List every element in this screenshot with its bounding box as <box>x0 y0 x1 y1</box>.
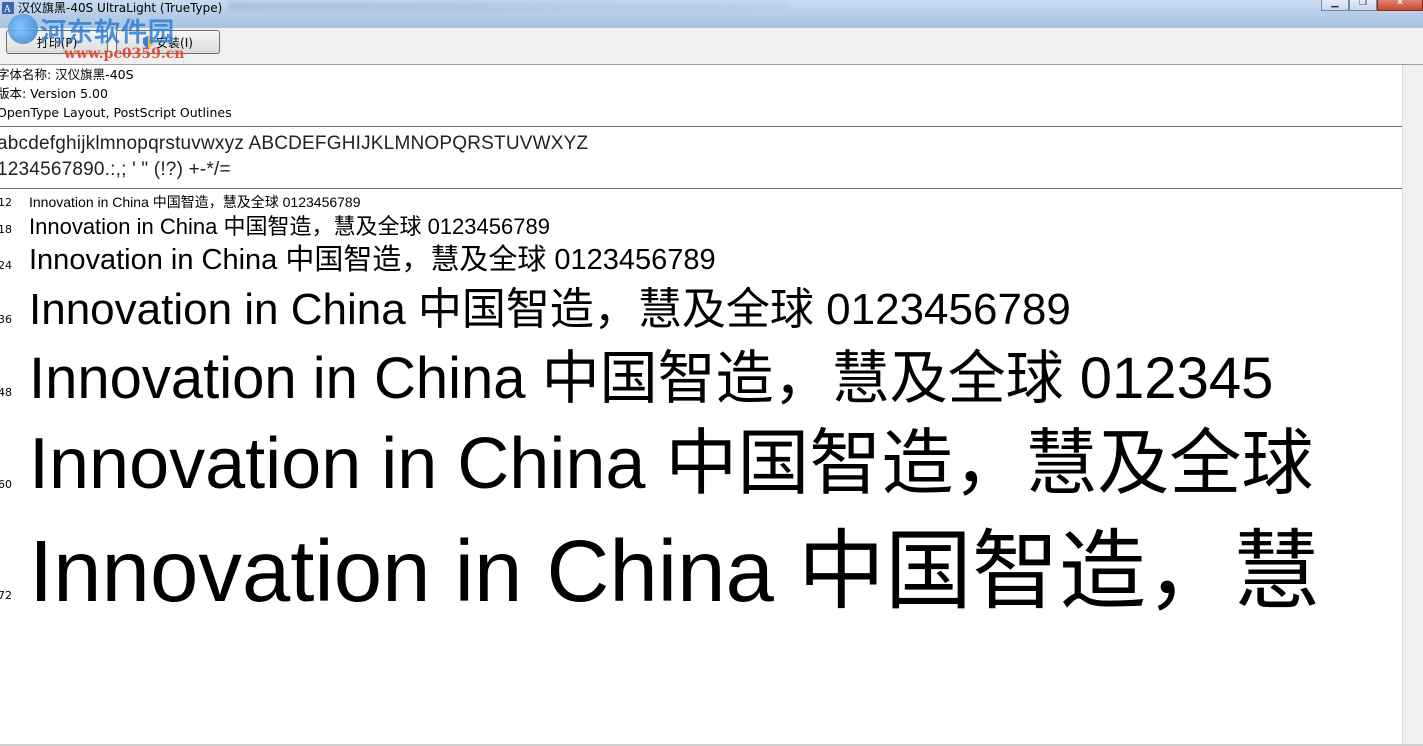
sample-size-label: 12 <box>0 196 12 209</box>
print-button-label: 打印(P) <box>36 35 78 50</box>
restore-icon: ❐ <box>1358 0 1368 8</box>
shield-icon <box>143 36 154 48</box>
sample-size-label: 72 <box>0 589 12 602</box>
separator-line <box>0 188 1403 189</box>
sample-size-label: 24 <box>0 259 12 272</box>
close-icon: ✕ <box>1396 0 1404 8</box>
sample-size-label: 36 <box>0 313 12 326</box>
vertical-scrollbar[interactable] <box>1402 65 1423 746</box>
sample-size-label: 48 <box>0 386 12 399</box>
install-button-label: 安装(I) <box>156 35 193 50</box>
sample-size-label: 18 <box>0 223 12 236</box>
sample-size-label: 60 <box>0 478 12 491</box>
font-version-line: 版本: Version 5.00 <box>0 86 108 101</box>
title-bar-blur <box>228 1 788 11</box>
minimize-icon: ▁ <box>1331 0 1339 8</box>
font-viewer-icon: A <box>2 2 14 14</box>
svg-text:A: A <box>3 5 11 14</box>
minimize-button[interactable]: ▁ <box>1321 0 1349 11</box>
close-button[interactable]: ✕ <box>1377 0 1423 11</box>
toolbar: 打印(P) 安装(I) <box>0 28 1423 65</box>
font-name-line: 字体名称: 汉仪旗黑-40S <box>0 67 134 82</box>
character-set-digits: 1234567890.:,; ' " (!?) +-*/= <box>0 159 231 180</box>
window-controls: ▁ ❐ ✕ <box>1321 0 1423 12</box>
sample-text-24: Innovation in China 中国智造，慧及全球 0123456789 <box>29 244 716 276</box>
title-bar[interactable]: A 汉仪旗黑-40S UltraLight (TrueType) ▁ ❐ ✕ <box>0 0 1423 29</box>
sample-text-60: Innovation in China 中国智造，慧及全球 <box>29 424 1314 504</box>
sample-text-72: Innovation in China 中国智造，慧 <box>29 523 1321 620</box>
character-set-letters: abcdefghijklmnopqrstuvwxyz ABCDEFGHIJKLM… <box>0 133 589 154</box>
sample-text-48: Innovation in China 中国智造，慧及全球 012345 <box>29 346 1274 411</box>
font-preview-area: 字体名称: 汉仪旗黑-40S 版本: Version 5.00 OpenType… <box>0 65 1403 746</box>
sample-text-36: Innovation in China 中国智造，慧及全球 0123456789 <box>29 285 1071 334</box>
maximize-button[interactable]: ❐ <box>1349 0 1377 11</box>
print-button[interactable]: 打印(P) <box>6 30 108 54</box>
font-outline-line: OpenType Layout, PostScript Outlines <box>0 105 232 120</box>
sample-text-12: Innovation in China 中国智造，慧及全球 0123456789 <box>29 194 361 210</box>
install-button[interactable]: 安装(I) <box>116 30 220 54</box>
separator-line <box>0 126 1403 127</box>
sample-text-18: Innovation in China 中国智造，慧及全球 0123456789 <box>29 214 550 239</box>
window-title: 汉仪旗黑-40S UltraLight (TrueType) <box>18 1 223 15</box>
